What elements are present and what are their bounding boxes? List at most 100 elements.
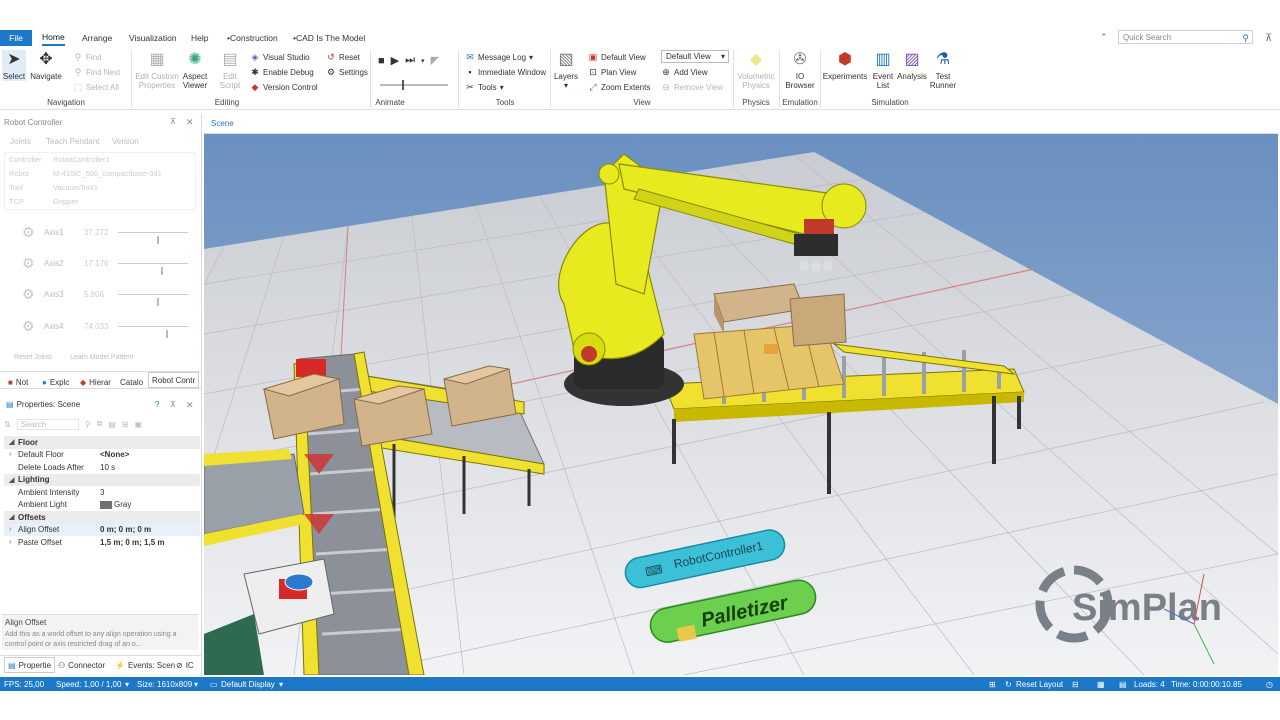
grid-icon[interactable]: ⊟ xyxy=(1072,680,1079,689)
tab-joints[interactable]: Joints xyxy=(10,137,31,146)
tab-version[interactable]: Version xyxy=(112,137,139,146)
axis-slider-thumb[interactable] xyxy=(156,298,159,306)
clear-icon[interactable]: ▣ xyxy=(135,420,143,429)
tab-ic[interactable]: ⊘ IC xyxy=(176,657,194,673)
pin-icon[interactable]: ⊼ xyxy=(170,117,176,126)
prop-align-offset[interactable]: › Align Offset 0 m; 0 m; 0 m xyxy=(4,523,200,536)
plan-view-button[interactable]: ⊡ Plan View xyxy=(588,67,636,78)
axis-slider[interactable] xyxy=(118,294,188,306)
test-runner-button[interactable]: ⚗ Test Runner xyxy=(929,50,957,90)
prop-ambient-intensity[interactable]: Ambient Intensity 3 xyxy=(4,486,200,499)
tab-file[interactable]: File xyxy=(0,30,32,46)
learn-model-pattern-button[interactable]: Learn Model Pattern xyxy=(70,354,133,361)
tab-visualization[interactable]: Visualization xyxy=(129,30,177,46)
paste-icon[interactable]: ▤ xyxy=(108,420,116,429)
close-icon[interactable]: ✕ xyxy=(186,117,194,128)
enable-debug-button[interactable]: ✱ Enable Debug xyxy=(250,67,314,78)
default-view-button[interactable]: ▣ Default View xyxy=(588,52,646,63)
speed-readout[interactable]: Speed: 1,00 / 1,00 xyxy=(56,680,121,689)
axis-slider[interactable] xyxy=(118,263,188,275)
tab-catalog[interactable]: Catalo xyxy=(120,374,143,390)
tab-cad-is-the-model[interactable]: •CAD Is The Model xyxy=(293,30,365,46)
pin-icon[interactable]: ⊼ xyxy=(1265,33,1272,44)
section-floor[interactable]: ◢ Floor xyxy=(4,436,200,449)
properties-search-input[interactable]: Search xyxy=(16,418,79,430)
tab-explorer[interactable]: ● Explc xyxy=(42,374,69,390)
tab-construction[interactable]: •Construction xyxy=(227,30,278,46)
chevron-down-icon[interactable]: ▾ xyxy=(421,57,425,65)
immediate-window-button[interactable]: ▪ Immediate Window xyxy=(465,67,546,77)
section-offsets[interactable]: ◢ Offsets xyxy=(4,511,200,524)
version-control-button[interactable]: ◆ Version Control xyxy=(250,82,318,93)
reset-button[interactable]: ↺ Reset xyxy=(326,52,360,63)
message-log-button[interactable]: ✉ Message Log ▾ xyxy=(465,52,533,63)
remove-view-button[interactable]: ⊖ Remove View xyxy=(661,82,723,93)
chevron-down-icon[interactable]: ▾ xyxy=(194,680,198,689)
visual-studio-button[interactable]: ◈ Visual Studio xyxy=(250,52,310,63)
volumetric-physics-button[interactable]: ◆ Volumetric Physics xyxy=(735,50,777,90)
prop-ambient-light[interactable]: Ambient Light Gray xyxy=(4,499,200,512)
filter-icon[interactable]: ⊞ xyxy=(122,420,129,429)
tab-connector[interactable]: ⚇ Connector xyxy=(58,657,105,673)
experiments-button[interactable]: ⬢ Experiments xyxy=(822,50,868,81)
tab-scene[interactable]: Scene xyxy=(211,119,234,128)
prop-delete-loads-after[interactable]: Delete Loads After 10 s xyxy=(4,461,200,474)
collapse-ribbon-icon[interactable]: ⌃ xyxy=(1100,32,1108,43)
find-next-button[interactable]: ⚲ Find Next xyxy=(73,67,121,78)
layout-icon[interactable]: ⊞ xyxy=(989,680,996,689)
copy-icon[interactable]: ⧉ xyxy=(97,419,103,429)
stop-icon[interactable]: ■ xyxy=(378,55,385,67)
tab-help[interactable]: Help xyxy=(191,30,208,46)
tab-notes[interactable]: ■ Not xyxy=(8,374,28,390)
tab-hierarchy[interactable]: ◆ Hierar xyxy=(80,374,111,390)
analysis-button[interactable]: ▨ Analysis xyxy=(897,50,927,81)
stats-icon[interactable]: ▤ xyxy=(1119,680,1127,689)
axis-slider[interactable] xyxy=(118,232,188,244)
chevron-down-icon[interactable]: ▾ xyxy=(279,680,283,689)
aspect-viewer-button[interactable]: ✺ Aspect Viewer xyxy=(180,50,210,90)
play-icon[interactable]: ▶ xyxy=(391,54,399,67)
find-button[interactable]: ⚲ Find xyxy=(73,52,102,63)
chevron-down-icon[interactable]: ▾ xyxy=(125,680,129,689)
sort-icon[interactable]: ⇅ xyxy=(4,420,11,429)
tools-button[interactable]: ✂ Tools ▾ xyxy=(465,82,503,93)
tab-arrange[interactable]: Arrange xyxy=(82,30,112,46)
io-browser-button[interactable]: ✇ IO Browser xyxy=(783,50,817,90)
axis-slider[interactable] xyxy=(118,326,188,338)
layers-button[interactable]: ▧ Layers ▾ xyxy=(552,50,580,90)
speed-slider-thumb[interactable] xyxy=(402,80,404,90)
select-button[interactable]: ➤ Select xyxy=(2,50,26,81)
pin-icon[interactable]: ⊼ xyxy=(170,400,176,409)
zoom-extents-button[interactable]: ⤢ Zoom Extents xyxy=(588,82,650,93)
tab-events[interactable]: ⚡ Events: Scen xyxy=(115,657,175,673)
display-select[interactable]: Default Display xyxy=(221,680,275,689)
axis-slider-thumb[interactable] xyxy=(165,330,168,338)
quick-search-input[interactable]: Quick Search ⚲ xyxy=(1118,30,1253,44)
table-icon[interactable]: ▦ xyxy=(1097,680,1105,689)
scene-viewport[interactable]: RobotController1 ⌨ Palletizer SimPlan xyxy=(204,134,1278,675)
edit-custom-properties-button[interactable]: ▦ Edit Custom Properties xyxy=(134,50,180,90)
prop-default-floor[interactable]: › Default Floor <None> xyxy=(4,449,200,462)
select-all-button[interactable]: ⬚ Select All xyxy=(73,82,119,93)
record-icon[interactable]: ◤ xyxy=(431,54,439,67)
section-lighting[interactable]: ◢ Lighting xyxy=(4,473,200,486)
event-list-button[interactable]: ▥ Event List xyxy=(870,50,896,90)
reset-layout-button[interactable]: Reset Layout xyxy=(1016,680,1063,689)
help-icon[interactable]: ? xyxy=(155,400,159,409)
tab-teach-pendant[interactable]: Teach Pendant xyxy=(46,137,99,146)
edit-script-button[interactable]: ▤ Edit Script xyxy=(216,50,244,90)
speed-slider[interactable] xyxy=(380,80,448,90)
axis-slider-thumb[interactable] xyxy=(161,267,164,275)
axis-slider-thumb[interactable] xyxy=(156,236,159,244)
close-icon[interactable]: ✕ xyxy=(186,400,194,411)
navigate-button[interactable]: ✥ Navigate xyxy=(29,50,63,81)
prop-paste-offset[interactable]: › Paste Offset 1,5 m; 0 m; 1,5 m xyxy=(4,536,200,549)
tab-home[interactable]: Home xyxy=(42,30,65,46)
settings-button[interactable]: ⚙ Settings xyxy=(326,67,368,78)
reset-joints-button[interactable]: Reset Joints xyxy=(14,354,53,361)
view-select[interactable]: Default View ▾ xyxy=(661,50,729,63)
add-view-button[interactable]: ⊕ Add View xyxy=(661,67,707,78)
step-icon[interactable]: ⏭ xyxy=(405,54,415,67)
tab-robot-controller[interactable]: Robot Contr xyxy=(148,372,200,388)
tab-properties[interactable]: ▤ Propertie xyxy=(4,657,56,673)
